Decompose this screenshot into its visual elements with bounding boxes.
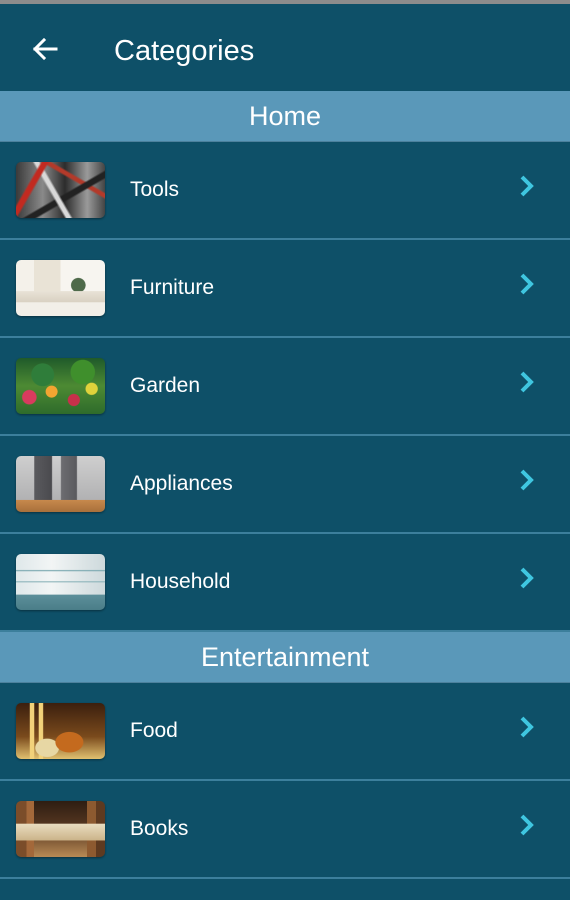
food-thumbnail (16, 703, 105, 759)
appliances-thumbnail (16, 456, 105, 512)
furniture-thumbnail (16, 260, 105, 316)
list-item-food[interactable]: Food (0, 683, 570, 781)
garden-thumbnail (16, 358, 105, 414)
list-item-label: Tools (130, 178, 180, 201)
page-title: Categories (114, 35, 255, 67)
household-thumbnail (16, 554, 105, 610)
chevron-right-icon (520, 567, 534, 589)
chevron-right-icon (520, 371, 534, 393)
list-item-label: Household (130, 570, 231, 593)
chevron-right-icon (520, 716, 534, 738)
section-header-entertainment: Entertainment (0, 632, 570, 683)
list-item-garden[interactable]: Garden (0, 338, 570, 436)
list-item-label: Books (130, 817, 189, 840)
list-item-label: Furniture (130, 276, 215, 299)
list-item-label: Food (130, 719, 178, 742)
section-header-home: Home (0, 91, 570, 142)
list-item-household[interactable]: Household (0, 534, 570, 632)
list-item-label: Garden (130, 374, 201, 397)
app-bar: Categories (0, 4, 570, 91)
list-item-label: Appliances (130, 472, 233, 495)
list-item-appliances[interactable]: Appliances (0, 436, 570, 534)
list-item-furniture[interactable]: Furniture (0, 240, 570, 338)
list-item-books[interactable]: Books (0, 781, 570, 879)
chevron-right-icon (520, 175, 534, 197)
list-item-tools[interactable]: Tools (0, 142, 570, 240)
back-button[interactable] (26, 30, 64, 68)
chevron-right-icon (520, 814, 534, 836)
books-thumbnail (16, 801, 105, 857)
tools-thumbnail (16, 162, 105, 218)
arrow-left-icon (32, 38, 58, 60)
chevron-right-icon (520, 469, 534, 491)
chevron-right-icon (520, 273, 534, 295)
